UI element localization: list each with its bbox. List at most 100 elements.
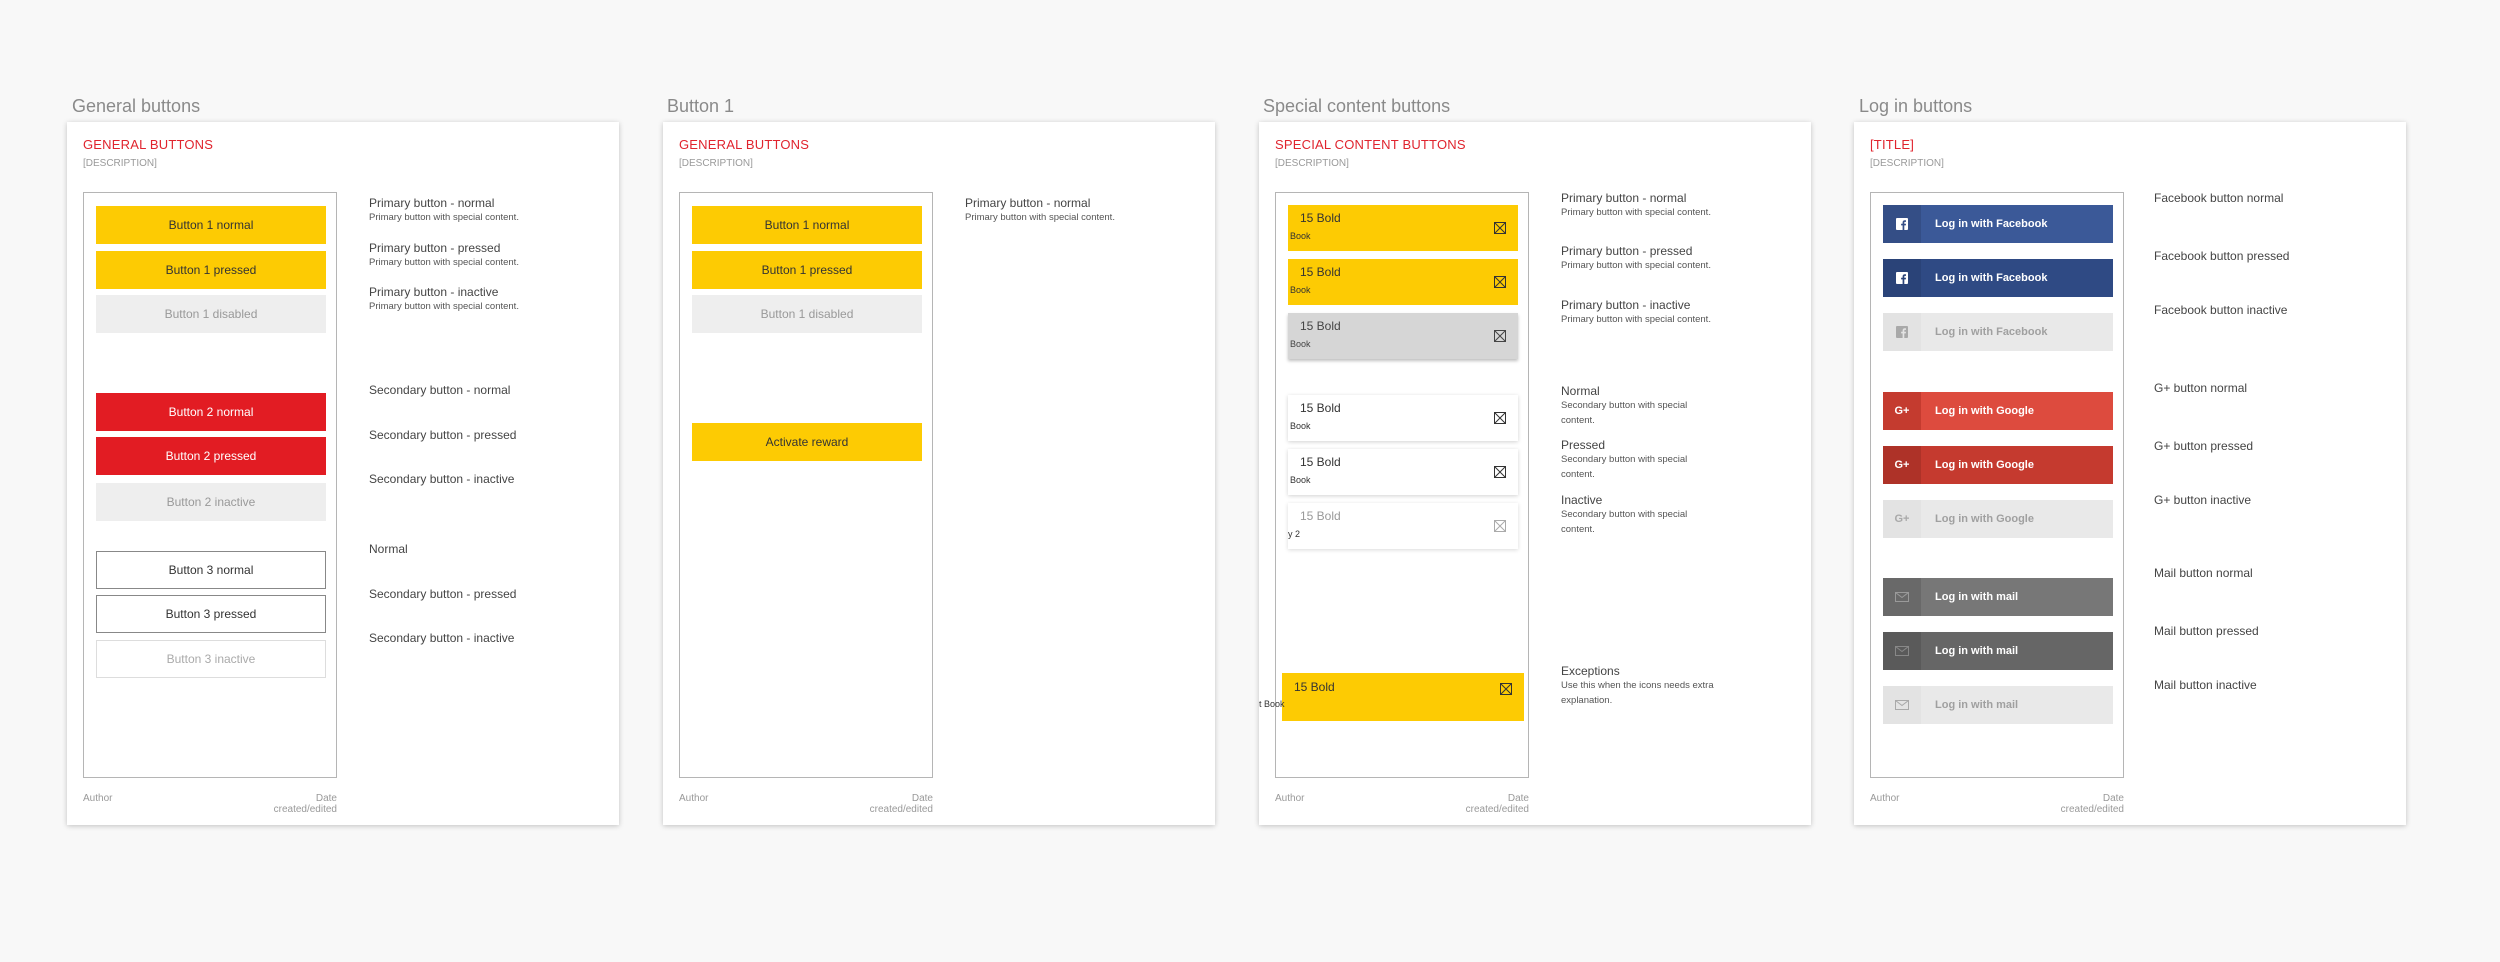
label-facebook-pressed: Facebook button pressed	[2154, 249, 2290, 263]
label-secondary-inactive-2: Secondary button - inactive	[369, 631, 514, 645]
image-placeholder-icon	[1494, 412, 1506, 424]
facebook-login-button-pressed[interactable]: Log in with Facebook	[1883, 259, 2113, 297]
button-1-disabled[interactable]: Button 1 disabled	[96, 295, 326, 333]
button-1-pressed[interactable]: Button 1 pressed	[692, 251, 922, 289]
label-sub: Primary button with special content.	[369, 301, 519, 312]
label-mail-pressed: Mail button pressed	[2154, 624, 2259, 638]
label-primary-pressed: Primary button - pressed Primary button …	[1561, 244, 1711, 273]
board-heading: SPECIAL CONTENT BUTTONS	[1275, 137, 1466, 152]
button-label: Log in with Facebook	[1935, 272, 2048, 284]
google-login-button-inactive[interactable]: G+ Log in with Google	[1883, 500, 2113, 538]
special-card-secondary-normal[interactable]: 15 Bold Book	[1288, 395, 1518, 441]
label-mail-normal: Mail button normal	[2154, 566, 2253, 580]
button-label: Log in with mail	[1935, 591, 2019, 603]
label-mail-inactive: Mail button inactive	[2154, 678, 2257, 692]
button-label: Log in with mail	[1935, 645, 2019, 657]
label-title: Normal	[369, 542, 408, 556]
button-label: Log in with Facebook	[1935, 326, 2048, 338]
image-placeholder-icon	[1494, 276, 1506, 288]
label-exceptions: Exceptions Use this when the icons needs…	[1561, 664, 1731, 708]
label-google-inactive: G+ button inactive	[2154, 493, 2252, 507]
button-2-normal[interactable]: Button 2 normal	[96, 393, 326, 431]
card-subtitle: Book	[1290, 285, 1311, 295]
label-google-normal: G+ button normal	[2154, 381, 2248, 395]
card-title: 15 Bold	[1294, 680, 1335, 694]
card-title: 15 Bold	[1300, 319, 1341, 333]
label-secondary-pressed: Secondary button - pressed	[369, 428, 516, 442]
image-placeholder-icon	[1494, 466, 1506, 478]
button-3-inactive[interactable]: Button 3 inactive	[96, 640, 326, 678]
label-title: Primary button - normal	[369, 196, 495, 210]
mail-login-button-pressed[interactable]: Log in with mail	[1883, 632, 2113, 670]
button-1-normal[interactable]: Button 1 normal	[96, 206, 326, 244]
button-2-inactive[interactable]: Button 2 inactive	[96, 483, 326, 521]
board-title-special-content-buttons: Special content buttons	[1263, 96, 1451, 116]
board-title-general-buttons: General buttons	[72, 96, 201, 116]
board-description: [DESCRIPTION]	[83, 158, 157, 169]
label-primary-inactive: Primary button - inactive Primary button…	[1561, 298, 1711, 327]
special-card-primary-normal[interactable]: 15 Bold Book	[1288, 205, 1518, 251]
label-sub: Secondary button with special content.	[1561, 400, 1688, 426]
date-label: Date created/edited	[869, 793, 933, 815]
google-plus-icon: G+	[1883, 446, 1921, 484]
button-3-pressed[interactable]: Button 3 pressed	[96, 595, 326, 633]
card-subtitle: Book	[1290, 231, 1311, 241]
label-title: Primary button - pressed	[1561, 244, 1693, 258]
artboard-general-buttons: GENERAL BUTTONS [DESCRIPTION] Button 1 n…	[67, 122, 619, 825]
button-1-normal[interactable]: Button 1 normal	[692, 206, 922, 244]
artboard-special-content-buttons: SPECIAL CONTENT BUTTONS [DESCRIPTION] 15…	[1259, 122, 1811, 825]
author-label: Author	[679, 793, 709, 804]
button-label: Log in with Facebook	[1935, 218, 2048, 230]
board-description: [DESCRIPTION]	[1275, 158, 1349, 169]
card-subtitle: Book	[1290, 475, 1311, 485]
label-title: Primary button - inactive	[1561, 298, 1691, 312]
button-3-normal[interactable]: Button 3 normal	[96, 551, 326, 589]
facebook-icon	[1883, 313, 1921, 351]
board-heading: GENERAL BUTTONS	[679, 137, 810, 152]
image-placeholder-icon	[1494, 520, 1506, 532]
label-primary-normal: Primary button - normal Primary button w…	[1561, 191, 1711, 220]
label-title: Normal	[1561, 384, 1600, 398]
special-card-primary-inactive[interactable]: 15 Bold Book	[1288, 313, 1518, 359]
special-card-primary-pressed[interactable]: 15 Bold Book	[1288, 259, 1518, 305]
facebook-login-button-inactive[interactable]: Log in with Facebook	[1883, 313, 2113, 351]
button-1-disabled[interactable]: Button 1 disabled	[692, 295, 922, 333]
label-title: Secondary button - inactive	[369, 631, 515, 645]
activate-reward-button[interactable]: Activate reward	[692, 423, 922, 461]
special-card-secondary-inactive[interactable]: 15 Bold y 2	[1288, 503, 1518, 549]
mail-login-button-normal[interactable]: Log in with mail	[1883, 578, 2113, 616]
label-sub: Secondary button with special content.	[1561, 509, 1688, 535]
image-placeholder-icon	[1494, 330, 1506, 342]
label-secondary-pressed-2: Secondary button - pressed	[369, 587, 516, 601]
google-login-button-normal[interactable]: G+ Log in with Google	[1883, 392, 2113, 430]
preview-frame: Button 1 normal Button 1 pressed Button …	[679, 192, 933, 778]
special-card-exception[interactable]: 15 Bold t Book	[1259, 673, 1524, 721]
label-primary-pressed: Primary button - pressed Primary button …	[369, 241, 519, 270]
mail-icon	[1883, 632, 1921, 670]
label-title: Primary button - normal	[965, 196, 1091, 210]
facebook-icon	[1883, 205, 1921, 243]
label-facebook-inactive: Facebook button inactive	[2154, 303, 2288, 317]
facebook-login-button-normal[interactable]: Log in with Facebook	[1883, 205, 2113, 243]
label-sub: Primary button with special content.	[1561, 314, 1711, 325]
board-description: [DESCRIPTION]	[679, 158, 753, 169]
mail-login-button-inactive[interactable]: Log in with mail	[1883, 686, 2113, 724]
label-title: Primary button - inactive	[369, 285, 499, 299]
card-subtitle: t Book	[1259, 699, 1285, 709]
button-2-pressed[interactable]: Button 2 pressed	[96, 437, 326, 475]
board-heading: GENERAL BUTTONS	[83, 137, 214, 152]
button-label: Log in with Google	[1935, 513, 2034, 525]
preview-frame: Button 1 normal Button 1 pressed Button …	[83, 192, 337, 778]
label-sub: Primary button with special content.	[1561, 207, 1711, 218]
artboard-log-in-buttons: [TITLE] [DESCRIPTION] Log in with Facebo…	[1854, 122, 2406, 825]
label-sub: Primary button with special content.	[369, 212, 519, 223]
label-normal: Normal Secondary button with special con…	[1561, 384, 1711, 428]
card-title: 15 Bold	[1300, 509, 1341, 523]
special-card-secondary-pressed[interactable]: 15 Bold Book	[1288, 449, 1518, 495]
google-login-button-pressed[interactable]: G+ Log in with Google	[1883, 446, 2113, 484]
label-title: Secondary button - normal	[369, 383, 511, 397]
card-subtitle: Book	[1290, 339, 1311, 349]
image-placeholder-icon	[1500, 683, 1512, 695]
button-1-pressed[interactable]: Button 1 pressed	[96, 251, 326, 289]
card-title: 15 Bold	[1300, 401, 1341, 415]
